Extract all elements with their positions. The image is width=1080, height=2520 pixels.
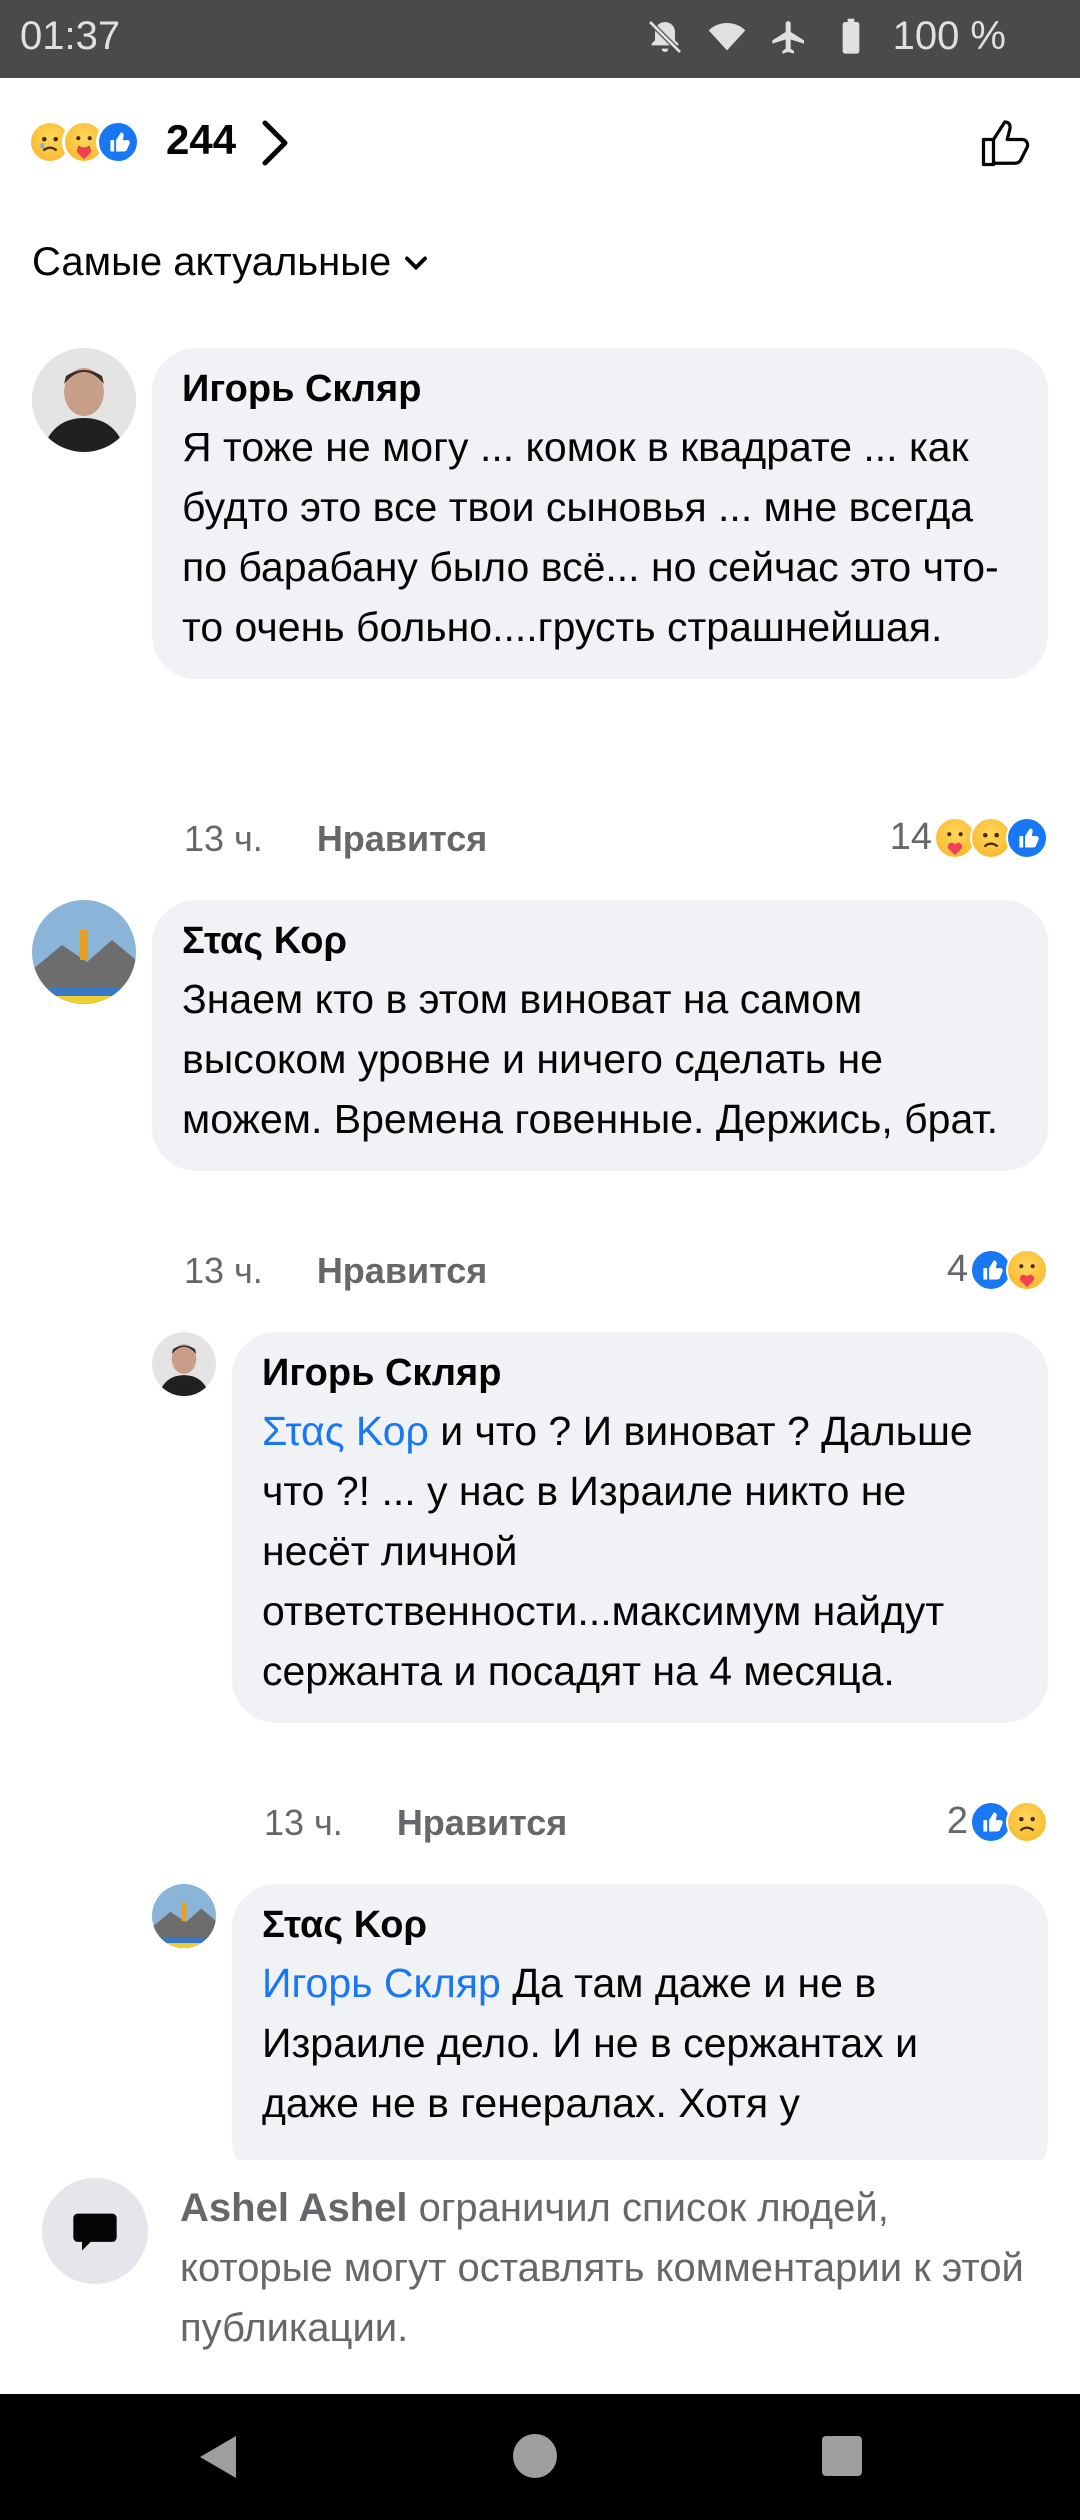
comment-reaction-count: 4 — [946, 1248, 968, 1290]
page-owner-name[interactable]: Ashel Ashel — [180, 2186, 407, 2230]
reply-bubble: Στας Κορ Игорь Скляр Да там даже и не в … — [232, 1884, 1048, 2184]
status-bar: 01:37 100 % — [0, 0, 1080, 78]
reply-bubble: Игорь Скляр Στας Κορ и что ? И виноват ?… — [232, 1332, 1048, 1723]
comment-text: Я тоже не могу ... комок в квадрате ... … — [182, 424, 999, 650]
comment-reactions[interactable]: 4 — [947, 1248, 1048, 1291]
comment-author[interactable]: Игорь Скляр — [182, 368, 1018, 411]
mention-link[interactable]: Στας Κορ — [262, 1408, 429, 1454]
comment-meta: 13 ч. Нравится — [264, 1802, 567, 1844]
avatar[interactable] — [32, 900, 136, 1004]
like-reaction-icon — [1006, 816, 1048, 859]
comment-restriction-footer: Ashel Ashel ограничил список людей, кото… — [0, 2160, 1080, 2392]
wifi-icon — [708, 22, 745, 50]
like-button-icon[interactable] — [976, 112, 1036, 172]
comment-meta: 13 ч. Нравится — [184, 818, 487, 860]
like-reaction-icon — [96, 120, 140, 164]
comment-text: Στας Κορ и что ? И виноват ? Дальше что … — [262, 1401, 1018, 1701]
comment-time[interactable]: 13 ч. — [184, 1250, 263, 1292]
android-navigation-bar — [0, 2394, 1080, 2520]
comment-like-button[interactable]: Нравится — [397, 1802, 567, 1844]
avatar[interactable] — [152, 1884, 216, 1948]
comment-time[interactable]: 13 ч. — [264, 1802, 343, 1844]
post-reactions-bar[interactable]: 244 — [0, 78, 1080, 208]
status-icons: 100 % — [645, 14, 1006, 59]
chevron-right-icon[interactable] — [258, 118, 292, 168]
battery-level: 100 % — [892, 14, 1006, 58]
mention-link[interactable]: Игорь Скляр — [262, 1960, 501, 2006]
comment-like-button[interactable]: Нравится — [317, 1250, 487, 1292]
reaction-count: 244 — [166, 116, 237, 163]
comment-bubble: Στας Κορ Знаем кто в этом виноват на сам… — [152, 900, 1048, 1171]
comment-text: Игорь Скляр Да там даже и не в Израиле д… — [262, 1953, 1018, 2133]
comment-author[interactable]: Игорь Скляр — [262, 1352, 1018, 1395]
comments-sort-dropdown[interactable]: Самые актуальные — [32, 240, 431, 285]
avatar[interactable] — [152, 1332, 216, 1396]
comment-reactions[interactable]: 14 — [890, 816, 1048, 859]
comment-meta: 13 ч. Нравится — [184, 1250, 487, 1292]
sad-reaction-icon — [1006, 1800, 1048, 1843]
comment-text: Знаем кто в этом виноват на самом высоко… — [182, 976, 998, 1142]
home-icon[interactable] — [513, 2434, 557, 2478]
status-time: 01:37 — [20, 14, 121, 58]
battery-icon — [842, 18, 859, 54]
comment-bubble: Игорь Скляр Я тоже не могу ... комок в к… — [152, 348, 1048, 679]
back-icon[interactable] — [196, 2434, 240, 2480]
comment-time[interactable]: 13 ч. — [184, 818, 263, 860]
recent-apps-icon[interactable] — [822, 2436, 862, 2476]
comment-bubble-icon — [42, 2178, 148, 2284]
sort-label: Самые актуальные — [32, 240, 392, 284]
comment-author[interactable]: Στας Κορ — [182, 920, 1018, 963]
avatar[interactable] — [32, 348, 136, 452]
comment-reactions[interactable]: 2 — [947, 1800, 1048, 1843]
notifications-off-icon — [647, 19, 682, 54]
comment-author[interactable]: Στας Κορ — [262, 1904, 1018, 1947]
care-reaction-icon — [1006, 1248, 1048, 1291]
comment-reaction-count: 2 — [946, 1800, 968, 1842]
comment-reaction-count: 14 — [889, 816, 932, 858]
restriction-message: Ashel Ashel ограничил список людей, кото… — [180, 2178, 1040, 2358]
comment-like-button[interactable]: Нравится — [317, 818, 487, 860]
reaction-icons — [28, 120, 140, 164]
airplane-icon — [771, 20, 804, 54]
chevron-down-icon — [405, 256, 428, 270]
